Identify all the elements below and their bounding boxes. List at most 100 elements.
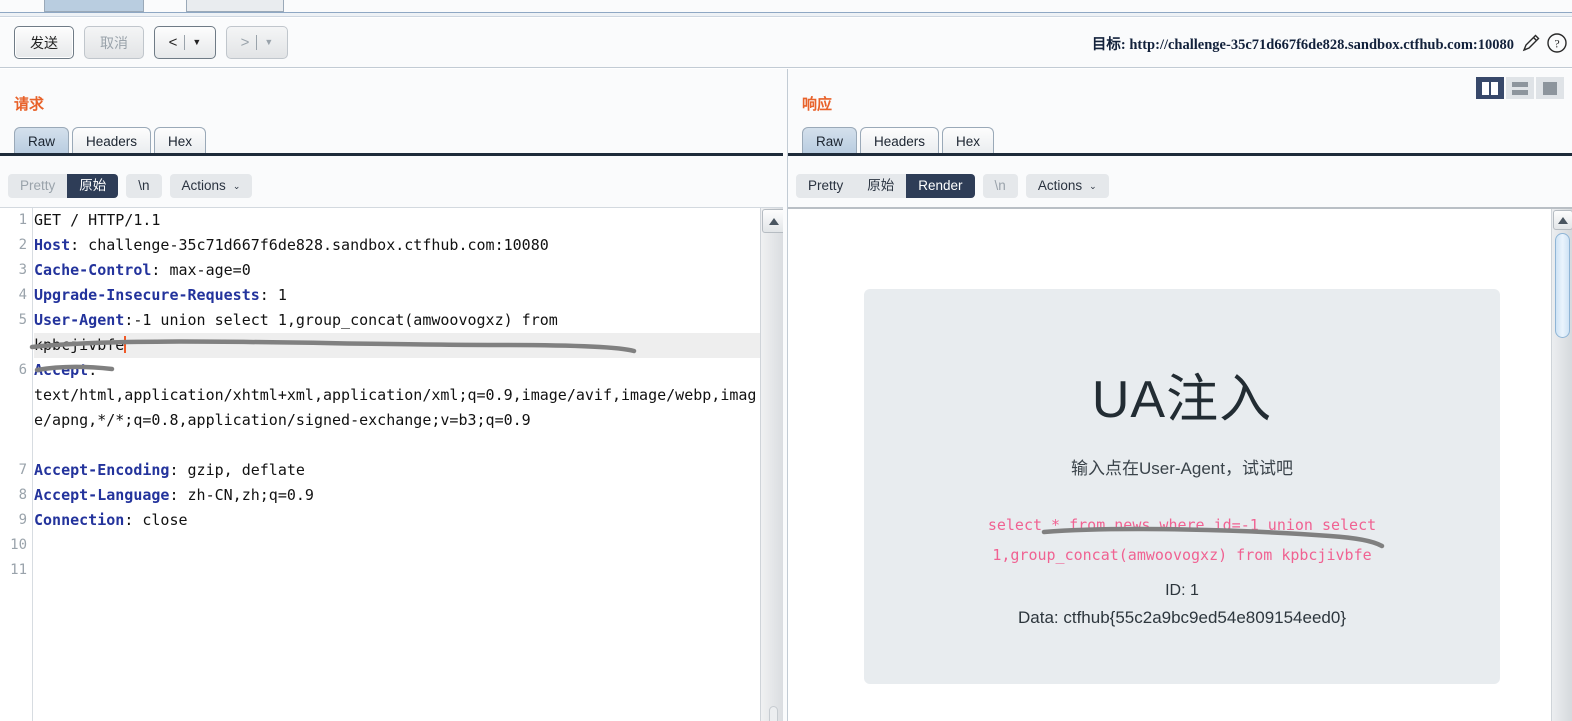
request-pretty-button[interactable]: Pretty [8, 174, 67, 198]
layout-split-horizontal-button[interactable] [1506, 77, 1534, 99]
response-tab-hex[interactable]: Hex [942, 127, 995, 154]
header-value-accept: : [88, 361, 98, 379]
triangle-up-icon [768, 217, 779, 225]
target-url-container: 目标: http://challenge-35c71d667f6de828.sa… [1092, 18, 1514, 68]
response-pretty-button[interactable]: Pretty [796, 174, 855, 198]
rendered-data-line: Data: ctfhub{55c2a9bc9ed54e809154eed0} [1017, 608, 1347, 627]
window-tab-strip [0, 0, 1572, 13]
header-value-cache-control: : max-age=0 [151, 261, 251, 279]
response-newline-button[interactable]: \n [982, 174, 1018, 198]
line-number [0, 408, 32, 433]
response-format-segment: Pretty 原始 Render [796, 174, 975, 198]
layout-single-pane-button[interactable] [1536, 77, 1564, 99]
question-mark-icon[interactable]: ? [1546, 32, 1568, 54]
response-actions-label: Actions [1037, 178, 1083, 194]
request-line-empty-10 [34, 533, 760, 558]
response-render-button[interactable]: Render [906, 174, 975, 198]
request-tab-hex[interactable]: Hex [154, 127, 207, 154]
header-value-connection: : close [124, 511, 188, 529]
request-line-request-line: GET / HTTP/1.1 [34, 208, 760, 233]
cancel-button[interactable]: 取消 [84, 26, 144, 59]
line-number: 2 [18, 237, 27, 253]
response-tabs: Raw Headers Hex [802, 127, 997, 154]
burp-repeater-window: 发送 取消 < ▼ > ▼ 目标: http://challenge-35c71… [0, 0, 1572, 721]
scrollbar-thumb[interactable] [769, 706, 778, 721]
scroll-up-button[interactable] [761, 209, 786, 233]
response-panel-title: 响应 [802, 96, 833, 113]
sql-line-1: select * from news where id=-1 union sel… [987, 516, 1377, 534]
svg-text:?: ? [1554, 37, 1559, 51]
button-divider [256, 35, 258, 50]
button-divider [184, 35, 186, 50]
header-name-accept: Accept [34, 361, 89, 379]
rendered-subheading: 输入点在User-Agent，试试吧 [1071, 459, 1293, 478]
request-line-host: Host: challenge-35c71d667f6de828.sandbox… [34, 233, 760, 258]
split-horizontal-icon [1512, 81, 1528, 95]
response-tab-headers[interactable]: Headers [860, 127, 940, 154]
line-number: 6 [18, 362, 27, 378]
window-tab-selected[interactable] [44, 0, 144, 12]
rendered-id-line: ID: 1 [1165, 582, 1199, 599]
chevron-down-icon[interactable]: ▼ [192, 38, 201, 47]
line-number: 3 [18, 262, 27, 278]
response-raw-button[interactable]: 原始 [855, 174, 906, 198]
request-line-connection: Connection: close [34, 508, 760, 533]
line-number [0, 433, 32, 458]
request-line-user-agent-wrap: kpbcjivbfe [34, 333, 760, 358]
previous-request-button[interactable]: < ▼ [154, 26, 216, 59]
response-vertical-scrollbar[interactable] [1551, 209, 1572, 721]
response-actions-button[interactable]: Actions ⌄ [1025, 174, 1109, 198]
rendered-sql-query: select * from news where id=-1 union sel… [864, 510, 1500, 570]
header-name-upgrade-insecure-requests: Upgrade-Insecure-Requests [34, 286, 260, 304]
request-tabs: Raw Headers Hex [14, 127, 209, 154]
header-value-accept-continued: text/html,application/xhtml+xml,applicat… [34, 386, 757, 429]
chevron-down-icon[interactable]: ▼ [264, 38, 273, 47]
previous-arrow-icon: < [168, 34, 178, 51]
request-line-number-gutter: 1 2 3 4 5 6 7 8 9 10 11 [0, 208, 33, 721]
line-number: 9 [18, 512, 27, 528]
scroll-up-button[interactable] [1552, 210, 1572, 230]
request-tab-raw[interactable]: Raw [14, 127, 70, 154]
sql-line-2: 1,group_concat(amwoovogxz) from kpbcjivb… [992, 546, 1372, 564]
request-line-accept-wrap: text/html,application/xhtml+xml,applicat… [34, 383, 760, 458]
triangle-up-icon [1557, 216, 1568, 224]
request-raw-text[interactable]: GET / HTTP/1.1 Host: challenge-35c71d667… [34, 208, 760, 721]
request-line-accept-encoding: Accept-Encoding: gzip, deflate [34, 458, 760, 483]
line-number: 7 [18, 462, 27, 478]
line-number: 1 [18, 212, 27, 228]
response-format-toolbar: Pretty 原始 Render \n Actions ⌄ [796, 172, 1109, 200]
scrollbar-thumb[interactable] [1555, 233, 1570, 338]
layout-split-vertical-button[interactable] [1476, 77, 1504, 99]
request-tab-underline [0, 153, 786, 156]
line-number [0, 383, 32, 408]
request-newline-button[interactable]: \n [126, 174, 162, 198]
response-render-area: UA注入 输入点在User-Agent，试试吧 select * from ne… [788, 207, 1572, 721]
header-name-connection: Connection [34, 511, 125, 529]
request-tab-headers[interactable]: Headers [72, 127, 152, 154]
line-number: 10 [10, 537, 27, 553]
header-value-accept-language: : zh-CN,zh;q=0.9 [169, 486, 314, 504]
request-actions-button[interactable]: Actions ⌄ [169, 174, 253, 198]
text-cursor [124, 336, 127, 353]
header-value-user-agent: :-1 union select 1,group_concat(amwoovog… [124, 311, 558, 329]
main-toolbar: 发送 取消 < ▼ > ▼ 目标: http://challenge-35c71… [0, 18, 1572, 68]
window-tab-unselected[interactable] [186, 0, 284, 12]
request-line-upgrade-insecure-requests: Upgrade-Insecure-Requests: 1 [34, 283, 760, 308]
next-arrow-icon: > [240, 34, 250, 51]
next-request-button[interactable]: > ▼ [226, 26, 288, 59]
header-name-host: Host [34, 236, 71, 254]
header-value-upgrade-insecure-requests: : 1 [259, 286, 287, 304]
response-panel: 响应 Raw Headers Hex Pretty 原始 Render \n A… [787, 69, 1572, 721]
request-format-segment: Pretty 原始 [8, 174, 119, 198]
response-tab-raw[interactable]: Raw [802, 127, 858, 154]
request-actions-label: Actions [181, 178, 226, 194]
pencil-icon[interactable] [1520, 32, 1542, 54]
chevron-down-icon: ⌄ [1089, 180, 1097, 191]
rendered-heading: UA注入 [1091, 371, 1273, 429]
request-raw-button[interactable]: 原始 [67, 174, 119, 198]
send-button[interactable]: 发送 [14, 26, 74, 59]
single-pane-icon [1543, 81, 1557, 95]
line-number: 5 [18, 312, 27, 328]
request-line-accept-language: Accept-Language: zh-CN,zh;q=0.9 [34, 483, 760, 508]
request-editor[interactable]: 1 2 3 4 5 6 7 8 9 10 11 GET / HTTP/1.1 H… [0, 207, 786, 721]
